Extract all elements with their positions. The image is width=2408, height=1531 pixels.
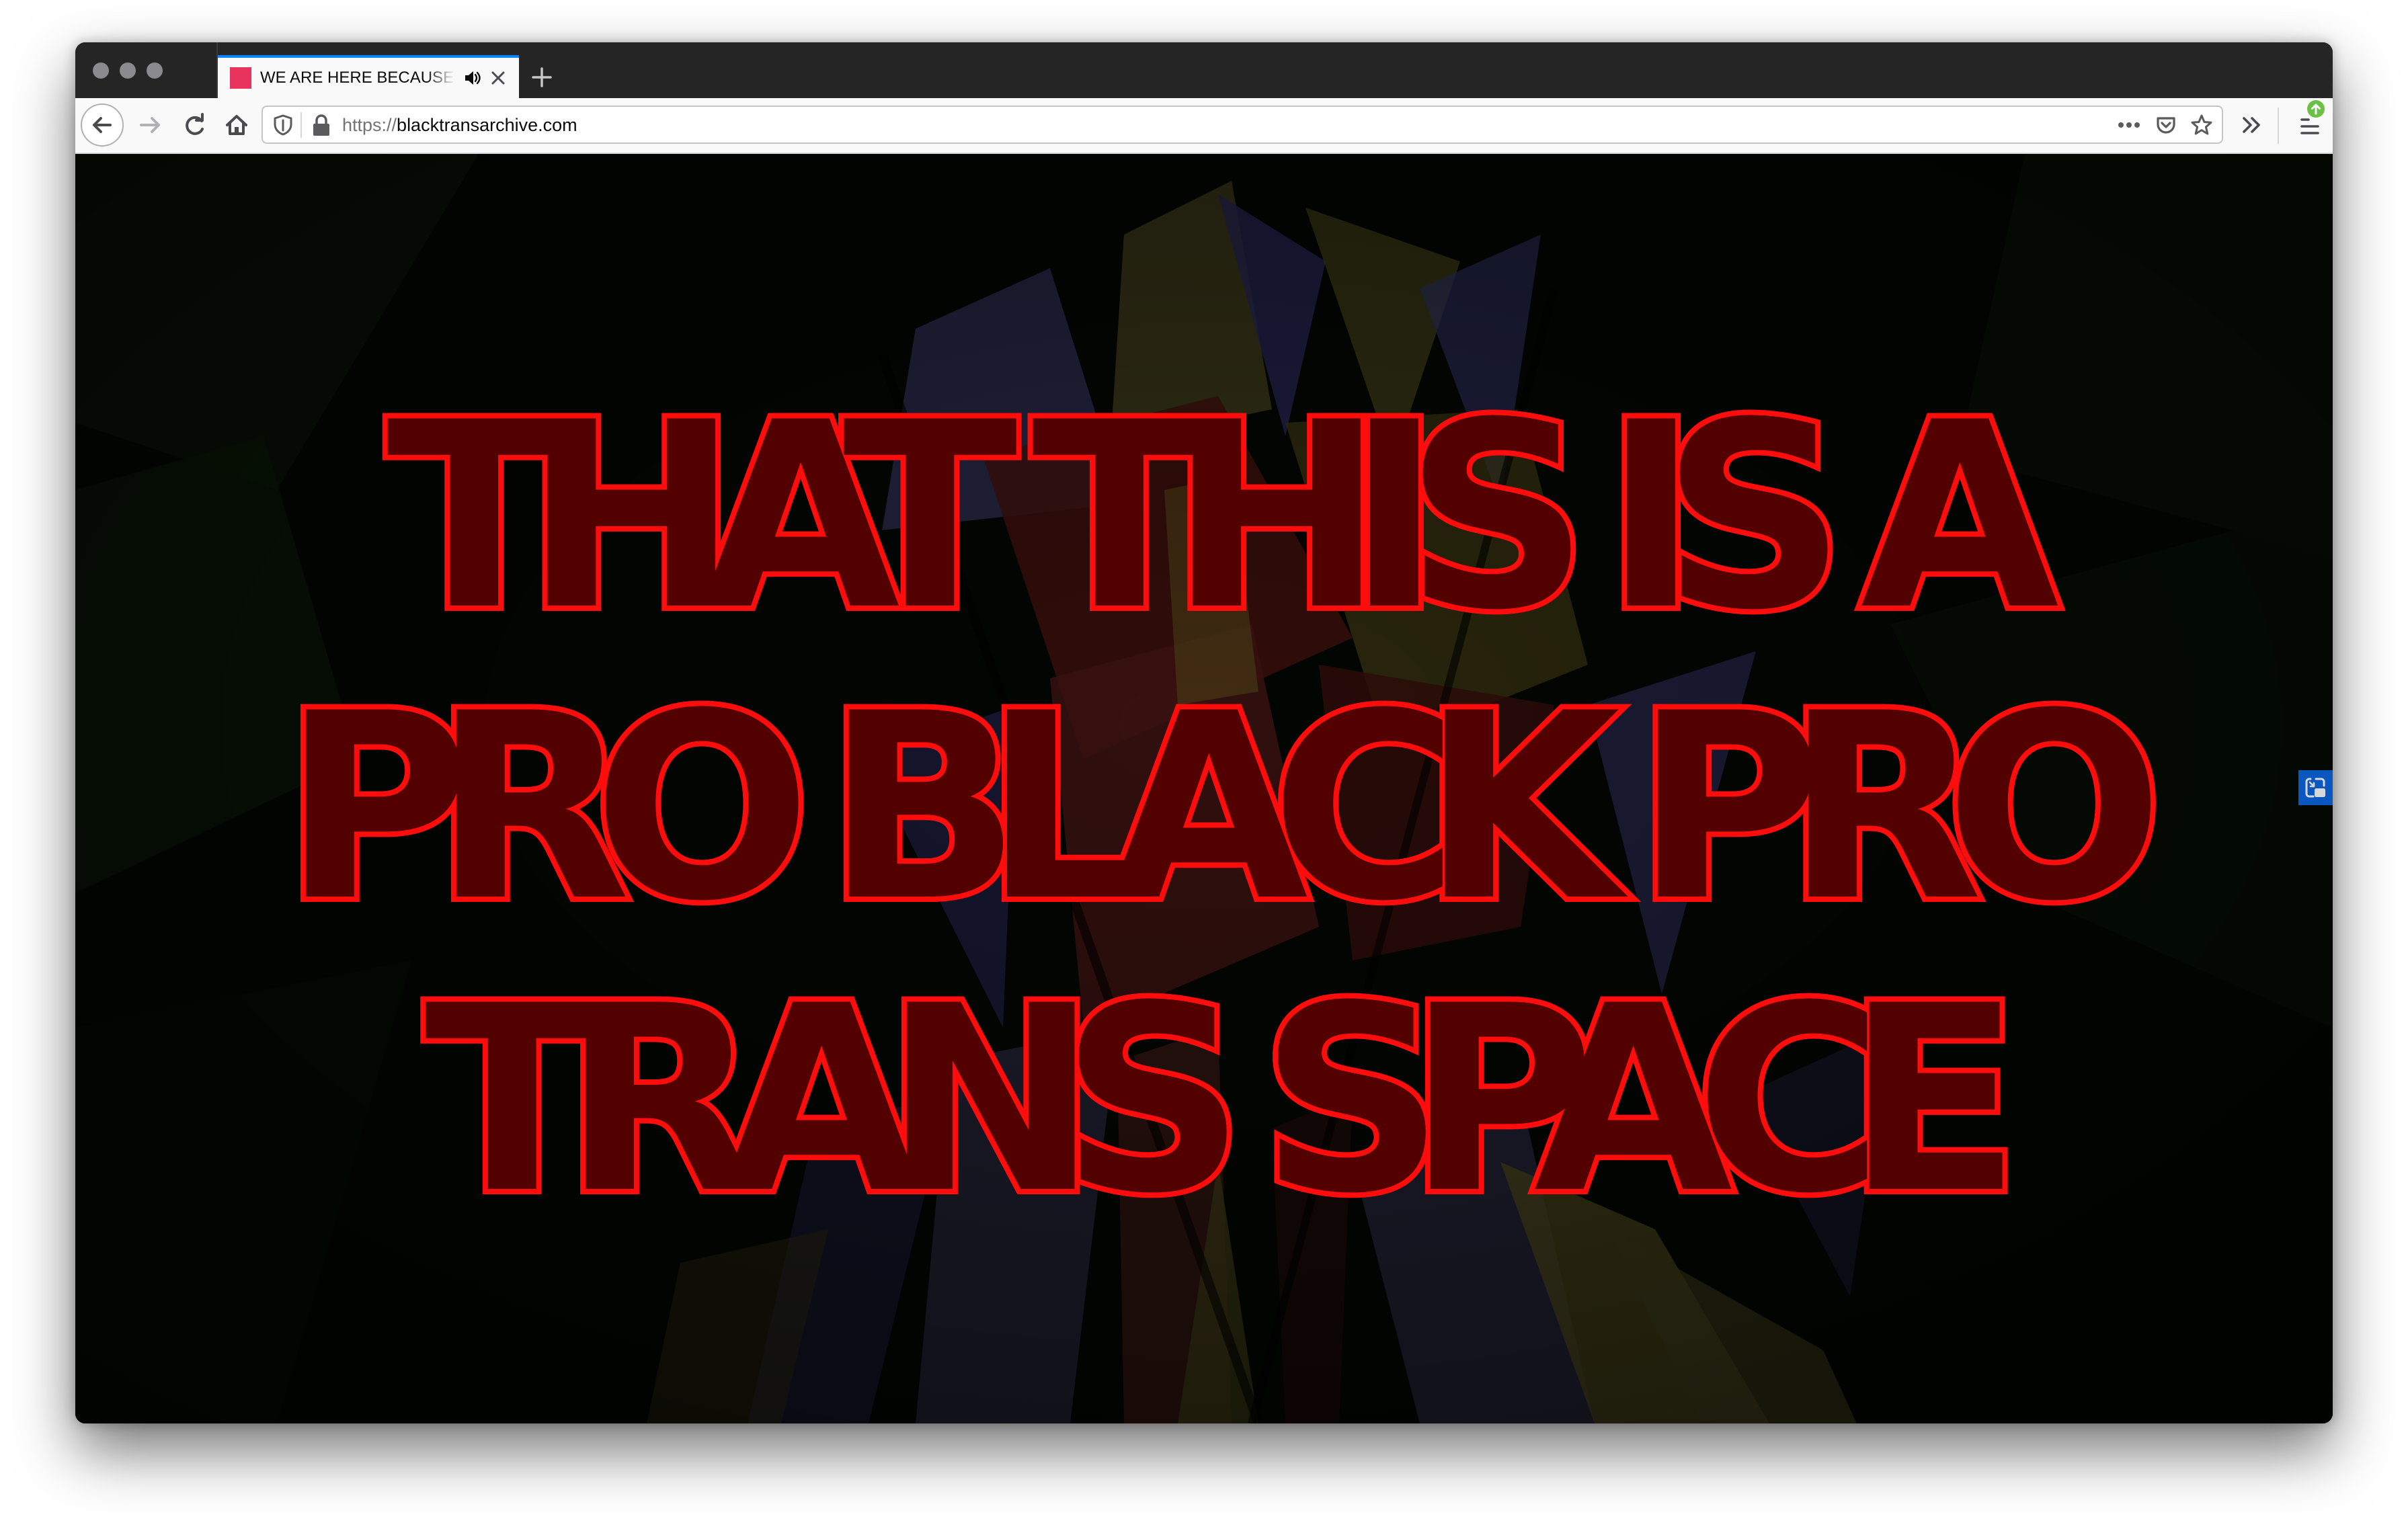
headline-line-1: THAT THIS IS A: [381, 368, 2064, 667]
favicon-icon: [230, 67, 251, 89]
headline-line-3: TRANS SPACE: [419, 951, 2026, 1250]
forward-button[interactable]: [132, 106, 169, 144]
star-icon[interactable]: [2190, 113, 2214, 137]
browser-window: WE ARE HERE BECAUSE OF: [75, 42, 2333, 1423]
shield-icon[interactable]: [272, 114, 294, 136]
tab-title: WE ARE HERE BECAUSE OF: [260, 69, 455, 87]
double-chevron-right-icon[interactable]: [2239, 113, 2265, 137]
lock-icon[interactable]: [311, 113, 331, 137]
window-close-button[interactable]: [93, 63, 109, 79]
window-minimize-button[interactable]: [120, 63, 136, 79]
arrow-up-icon: [2311, 104, 2321, 115]
window-zoom-button[interactable]: [147, 63, 163, 79]
home-button[interactable]: [218, 106, 255, 144]
speaker-playing-icon[interactable]: [463, 69, 482, 87]
update-badge[interactable]: [2307, 100, 2325, 118]
toolbar-separator: [2278, 108, 2279, 144]
url-scheme: https://: [342, 115, 397, 135]
close-icon[interactable]: [489, 69, 508, 87]
headline: THAT THIS IS A PRO BLACK PRO TRANS SPACE: [75, 154, 2333, 1423]
reload-button[interactable]: [176, 106, 214, 144]
back-button[interactable]: [81, 104, 124, 147]
tab-active-indicator: [218, 55, 519, 58]
more-dots-icon[interactable]: [2116, 115, 2142, 135]
address-bar[interactable]: https://blacktransarchive.com: [262, 106, 2223, 144]
url-host: blacktransarchive.com: [397, 115, 577, 135]
picture-in-picture-icon: [2305, 778, 2325, 798]
pocket-icon[interactable]: [2155, 114, 2177, 136]
plus-icon[interactable]: [531, 67, 553, 88]
arrow-right-icon: [140, 117, 160, 133]
tab-active[interactable]: WE ARE HERE BECAUSE OF: [218, 55, 519, 98]
desktop: WE ARE HERE BECAUSE OF: [0, 0, 2408, 1531]
tab-bar: WE ARE HERE BECAUSE OF: [75, 42, 2333, 98]
picture-in-picture-toggle[interactable]: [2298, 770, 2333, 805]
headline-line-2: PRO BLACK PRO: [277, 659, 2169, 958]
urlbar-separator: [300, 112, 302, 138]
page-content: THAT THIS IS A PRO BLACK PRO TRANS SPACE: [75, 154, 2333, 1423]
url-text[interactable]: https://blacktransarchive.com: [342, 112, 577, 138]
reload-icon: [186, 113, 204, 135]
home-icon: [226, 115, 247, 135]
arrow-left-icon: [93, 117, 112, 133]
navigation-toolbar: https://blacktransarchive.com: [75, 98, 2333, 154]
